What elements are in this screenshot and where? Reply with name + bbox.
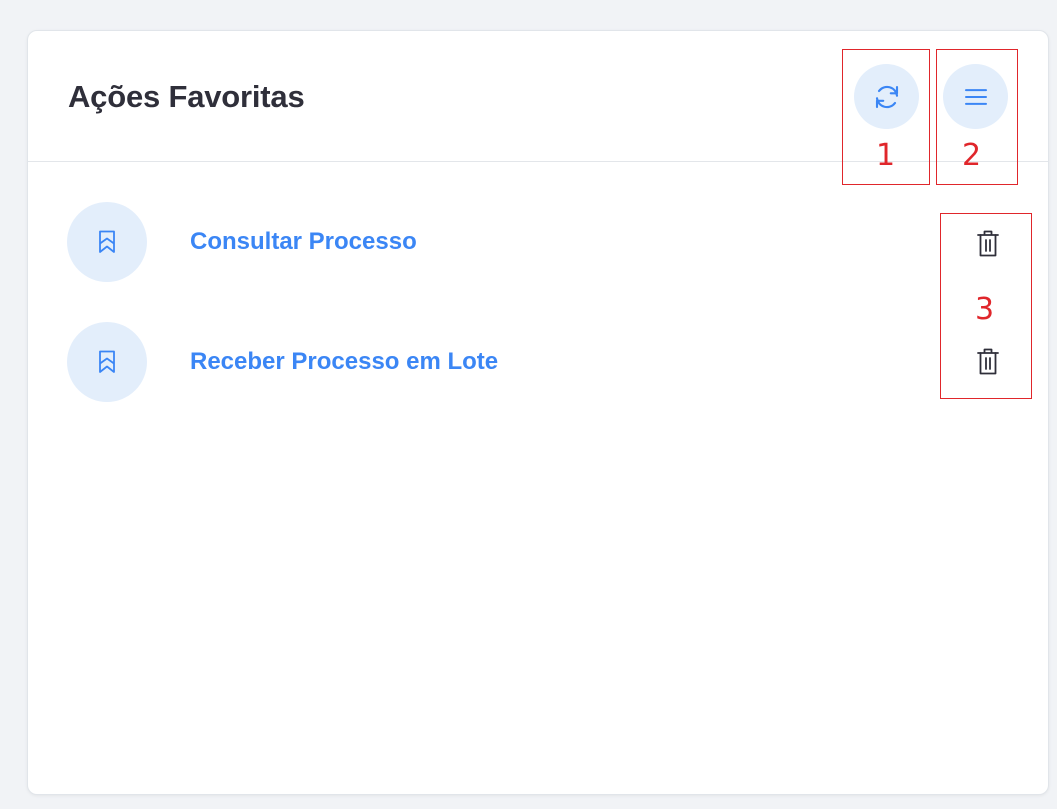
favorite-link-consultar-processo[interactable]: Consultar Processo bbox=[190, 228, 417, 256]
annotation-number-3: 3 bbox=[975, 292, 995, 327]
widget-title: Ações Favoritas bbox=[68, 79, 305, 114]
list-item: Receber Processo em Lote bbox=[67, 322, 967, 402]
bookmark-icon bbox=[99, 350, 115, 373]
favorite-link-receber-processo-em-lote[interactable]: Receber Processo em Lote bbox=[190, 348, 498, 376]
bookmark-icon bbox=[99, 230, 115, 253]
list-item: Consultar Processo bbox=[67, 202, 967, 282]
bookmark-icon-badge bbox=[67, 202, 147, 282]
annotation-number-1: 1 bbox=[876, 138, 896, 173]
bookmark-icon-badge bbox=[67, 322, 147, 402]
annotation-number-2: 2 bbox=[962, 138, 982, 173]
